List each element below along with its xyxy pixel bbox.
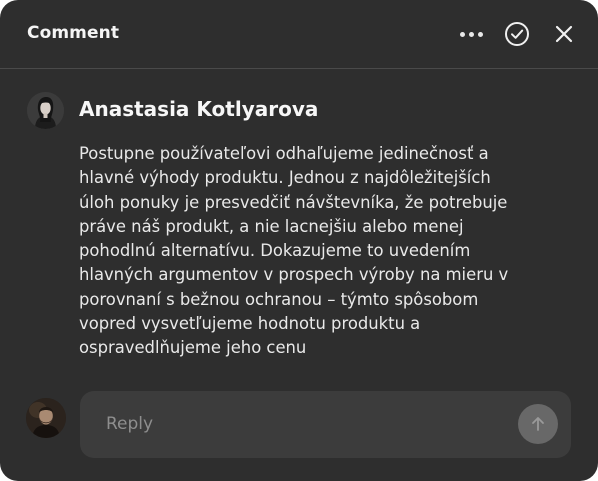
- resolve-button[interactable]: [503, 20, 531, 48]
- comment-header: Comment: [0, 0, 598, 69]
- comment-author: Anastasia Kotlyarova: [79, 97, 319, 121]
- close-icon: [555, 25, 573, 43]
- close-button[interactable]: [550, 20, 578, 48]
- comment-text: Postupne používateľovi odhaľujeme jedine…: [79, 144, 509, 358]
- reply-input[interactable]: [106, 411, 506, 437]
- comment-panel: Comment Anastasia Kotlyarova Postupne po…: [0, 0, 598, 481]
- more-horizontal-icon: [459, 31, 483, 37]
- reply-box: [80, 391, 571, 458]
- more-options-button[interactable]: [456, 20, 486, 48]
- author-avatar: [27, 92, 64, 129]
- current-user-avatar: [26, 398, 66, 438]
- arrow-up-icon: [532, 417, 544, 431]
- send-reply-button[interactable]: [518, 404, 558, 444]
- panel-title: Comment: [27, 23, 120, 43]
- check-circle-icon: [505, 22, 529, 46]
